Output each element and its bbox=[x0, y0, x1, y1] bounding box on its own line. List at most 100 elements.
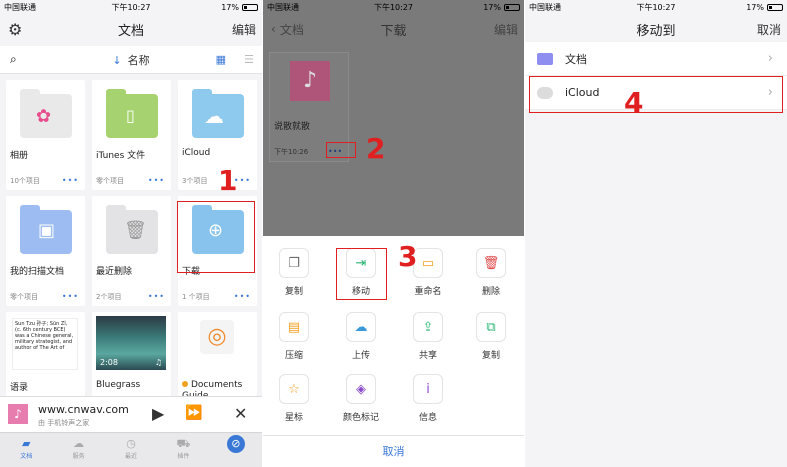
tab-documents[interactable]: ▰ 文档 bbox=[0, 433, 52, 467]
tab-label: 服务 bbox=[72, 453, 85, 460]
folder-count: 10个项目 bbox=[10, 177, 40, 185]
file-name: Bluegrass bbox=[96, 380, 141, 390]
folder-photos[interactable]: ✿ 相册 10个项目 ••• bbox=[6, 80, 85, 190]
step-number-1: 1 bbox=[218, 164, 238, 197]
tab-services[interactable]: ☁ 服务 bbox=[52, 433, 104, 467]
folder-itunes[interactable]: ▯ iTunes 文件 零个项目 ••• bbox=[92, 80, 171, 190]
cloud-folder-icon: ☁ bbox=[192, 89, 244, 138]
action-color-tag[interactable]: ◈ 颜色标记 bbox=[330, 374, 392, 423]
highlight-more-dots bbox=[326, 142, 356, 158]
folder-scans[interactable]: ▣ 我的扫描文档 零个项目 ••• bbox=[6, 196, 85, 306]
photos-folder-icon: ✿ bbox=[20, 89, 72, 138]
rename-icon: ▭ bbox=[413, 248, 443, 278]
usb-folder-icon: ▯ bbox=[106, 89, 158, 138]
action-label: 压缩 bbox=[284, 351, 303, 361]
trash-folder-icon: 🗑 bbox=[106, 205, 158, 254]
edit-button[interactable]: 编辑 bbox=[494, 21, 518, 38]
folder-name: 最近删除 bbox=[96, 267, 133, 277]
tab-browser[interactable]: ⊘ bbox=[210, 433, 262, 467]
step-number-4: 4 bbox=[624, 86, 644, 119]
tab-bar: ▰ 文档 ☁ 服务 ◷ 最近 ⛟ 插件 ⊘ bbox=[0, 432, 262, 467]
tab-recent[interactable]: ◷ 最近 bbox=[105, 433, 157, 467]
file-documents-guide[interactable]: ◎ Documents Guide bbox=[178, 312, 257, 401]
nav-bar: 移动到 取消 bbox=[525, 14, 787, 44]
more-dots-icon[interactable]: ••• bbox=[148, 292, 165, 301]
music-thumb-icon: ♪ bbox=[8, 404, 28, 424]
cloud-icon: ☁ bbox=[73, 437, 85, 450]
sort-toolbar: ⌕ ↓ 名称 ▦ ☰ bbox=[0, 46, 262, 74]
status-bar: 中国联通 下午10:27 17% bbox=[525, 0, 787, 14]
close-icon[interactable]: ✕ bbox=[234, 404, 247, 423]
edit-button[interactable]: 编辑 bbox=[232, 21, 256, 38]
player-title: www.cnwav.com bbox=[38, 403, 129, 416]
action-upload[interactable]: ☁ 上传 bbox=[330, 312, 392, 361]
action-label: 颜色标记 bbox=[342, 413, 379, 423]
file-time: 下午10:26 bbox=[274, 148, 309, 156]
action-copy[interactable]: ❐ 复制 bbox=[263, 248, 325, 297]
cancel-button[interactable]: 取消 bbox=[757, 21, 781, 38]
cancel-button[interactable]: 取消 bbox=[263, 435, 524, 467]
action-delete[interactable]: 🗑 删除 bbox=[460, 248, 522, 297]
action-label: 复制 bbox=[284, 287, 303, 297]
clock-icon: ◷ bbox=[126, 437, 136, 450]
trash-icon: 🗑 bbox=[476, 248, 506, 278]
duplicate-icon: ⧉ bbox=[476, 312, 506, 342]
action-label: 信息 bbox=[418, 413, 437, 423]
sort-label: 名称 bbox=[127, 53, 150, 67]
play-icon[interactable]: ▶ bbox=[152, 404, 164, 423]
status-bar: 中国联通 下午10:27 17% bbox=[0, 0, 262, 14]
mini-player[interactable]: ♪ www.cnwav.com 由 手机铃声之家 ▶ ⏩ ✕ bbox=[0, 396, 262, 432]
folder-name: iCloud bbox=[182, 148, 211, 158]
compass-icon: ⊘ bbox=[226, 435, 245, 453]
highlight-downloads bbox=[177, 201, 255, 273]
file-name: 语录 bbox=[10, 383, 29, 393]
video-thumbnail: 2:08 ♫ bbox=[96, 316, 166, 370]
folder-icon: ▰ bbox=[21, 437, 31, 450]
action-label: 复制 bbox=[481, 351, 500, 361]
quote-thumbnail: Sun Tzu 孙子; Sūn Zǐ, (c. 6th century BCE)… bbox=[12, 318, 78, 370]
file-bluegrass[interactable]: 2:08 ♫ Bluegrass bbox=[92, 312, 171, 396]
action-star[interactable]: ☆ 星标 bbox=[263, 374, 325, 423]
page-title: 下载 bbox=[380, 23, 407, 39]
more-dots-icon[interactable]: ••• bbox=[234, 292, 251, 301]
folder-count: 零个项目 bbox=[10, 293, 38, 301]
list-view-icon[interactable]: ☰ bbox=[244, 53, 254, 66]
music-note-icon: ♫ bbox=[154, 358, 162, 367]
folder-count: 1 个项目 bbox=[182, 293, 210, 301]
player-subtitle: 由 手机铃声之家 bbox=[38, 419, 90, 427]
chevron-right-icon: › bbox=[767, 51, 773, 66]
lifebuoy-icon: ◎ bbox=[200, 320, 234, 354]
tab-label: 最近 bbox=[125, 453, 138, 460]
more-dots-icon[interactable]: ••• bbox=[148, 176, 165, 185]
folder-name: 相册 bbox=[10, 151, 29, 161]
highlight-icloud-row bbox=[529, 76, 783, 113]
fast-forward-icon[interactable]: ⏩ bbox=[185, 405, 202, 421]
action-duplicate[interactable]: ⧉ 复制 bbox=[460, 312, 522, 361]
status-bar: 中国联通 下午10:27 17% bbox=[263, 0, 524, 14]
tag-icon: ◈ bbox=[346, 374, 376, 404]
more-dots-icon[interactable]: ••• bbox=[62, 292, 79, 301]
destination-label: 文档 bbox=[565, 52, 587, 66]
video-duration: 2:08 bbox=[100, 358, 118, 367]
copy-icon: ❐ bbox=[279, 248, 309, 278]
action-share[interactable]: ⇪ 共享 bbox=[397, 312, 459, 361]
nav-bar: ‹ 文档 下载 编辑 bbox=[263, 14, 524, 44]
more-dots-icon[interactable]: ••• bbox=[62, 176, 79, 185]
step-number-2: 2 bbox=[366, 132, 386, 165]
battery-icon bbox=[242, 3, 258, 11]
action-compress[interactable]: ▤ 压缩 bbox=[263, 312, 325, 361]
file-quote[interactable]: Sun Tzu 孙子; Sūn Zǐ, (c. 6th century BCE)… bbox=[6, 312, 85, 396]
action-sheet: ❐ 复制 ⇥ 移动 ▭ 重命名 🗑 删除 ▤ 压缩 ☁ 上传 ⇪ 共享 ⧉ 复制 ☆ 星标 ◈ 颜色… bbox=[263, 236, 524, 467]
action-info[interactable]: ⅰ 信息 bbox=[397, 374, 459, 423]
battery-icon bbox=[504, 3, 520, 11]
folder-name: 我的扫描文档 bbox=[10, 267, 65, 277]
action-label: 共享 bbox=[418, 351, 437, 361]
star-icon: ☆ bbox=[279, 374, 309, 404]
page-title: 文档 bbox=[117, 23, 144, 39]
grid-view-icon[interactable]: ▦ bbox=[216, 53, 226, 66]
destination-documents[interactable]: 文档 › bbox=[525, 42, 787, 76]
folder-recently-deleted[interactable]: 🗑 最近删除 2个项目 ••• bbox=[92, 196, 171, 306]
cart-icon: ⛟ bbox=[176, 437, 191, 450]
tab-plugins[interactable]: ⛟ 插件 bbox=[157, 433, 209, 467]
file-name: 说散就散 bbox=[274, 122, 311, 132]
